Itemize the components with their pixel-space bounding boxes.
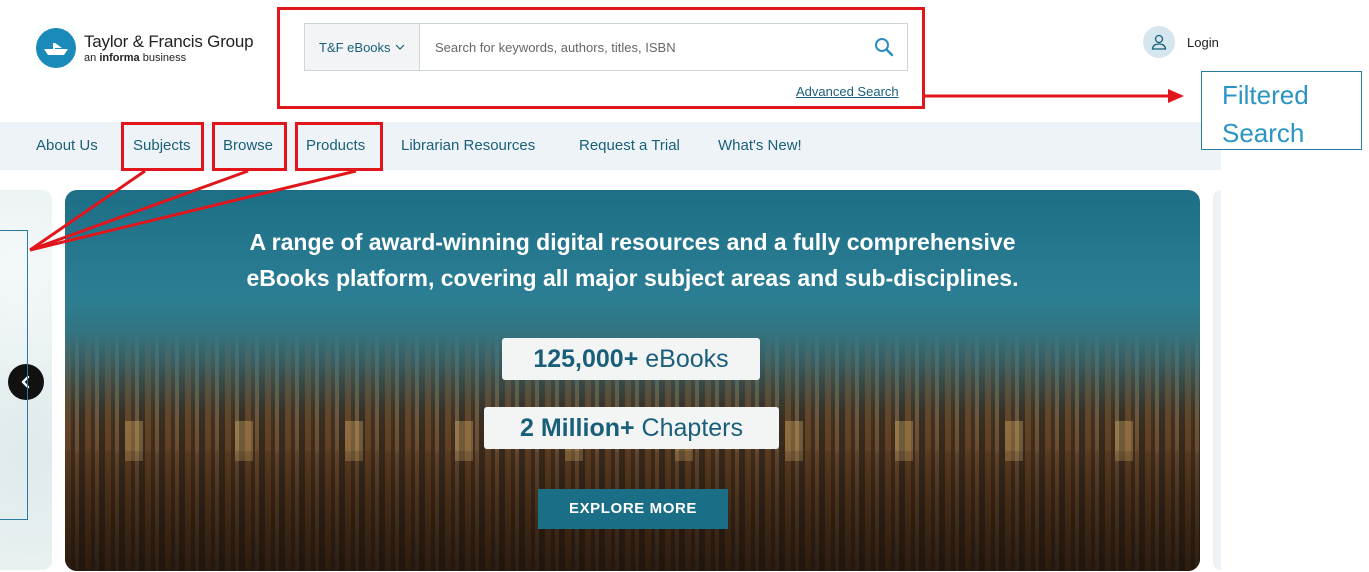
main-nav: About Us Subjects Browse Products Librar… — [0, 122, 1221, 170]
search-button[interactable] — [861, 24, 907, 70]
hero-banner: A range of award-winning digital resourc… — [65, 190, 1200, 571]
brand-logo[interactable]: Taylor & Francis Group an informa busine… — [36, 28, 254, 68]
nav-item-products[interactable]: Products — [306, 122, 365, 170]
logo-tagline: an informa business — [84, 51, 187, 64]
advanced-search-link[interactable]: Advanced Search — [796, 84, 899, 99]
nav-item-about-us[interactable]: About Us — [36, 122, 98, 170]
nav-item-subjects[interactable]: Subjects — [133, 122, 191, 170]
nav-item-request-a-trial[interactable]: Request a Trial — [579, 122, 680, 170]
logo-name: Taylor & Francis Group — [84, 31, 254, 51]
chevron-down-icon — [395, 42, 405, 53]
search-input[interactable] — [420, 24, 861, 70]
login-label: Login — [1187, 34, 1219, 50]
explore-more-button[interactable]: EXPLORE MORE — [538, 489, 728, 529]
annotation-callout-box — [0, 230, 28, 520]
nav-item-librarian-resources[interactable]: Librarian Resources — [401, 122, 535, 170]
search-scope-dropdown[interactable]: T&F eBooks — [305, 24, 420, 70]
carousel-next-slide-peek — [1213, 190, 1221, 570]
search-bar: T&F eBooks — [304, 23, 908, 71]
search-icon — [875, 38, 894, 57]
logo-ship-icon — [36, 28, 76, 68]
nav-item-browse[interactable]: Browse — [223, 122, 273, 170]
stat-chapters: 2 Million+ Chapters — [484, 407, 779, 449]
nav-item-whats-new[interactable]: What's New! — [718, 122, 802, 170]
annotation-filtered-search-label: Filtered Search — [1201, 71, 1362, 150]
user-icon — [1143, 26, 1175, 58]
hero-heading: A range of award-winning digital resourc… — [246, 229, 1019, 291]
stat-ebooks: 125,000+ eBooks — [502, 338, 760, 380]
search-scope-label: T&F eBooks — [319, 39, 391, 55]
login-button[interactable]: Login — [1143, 26, 1219, 58]
